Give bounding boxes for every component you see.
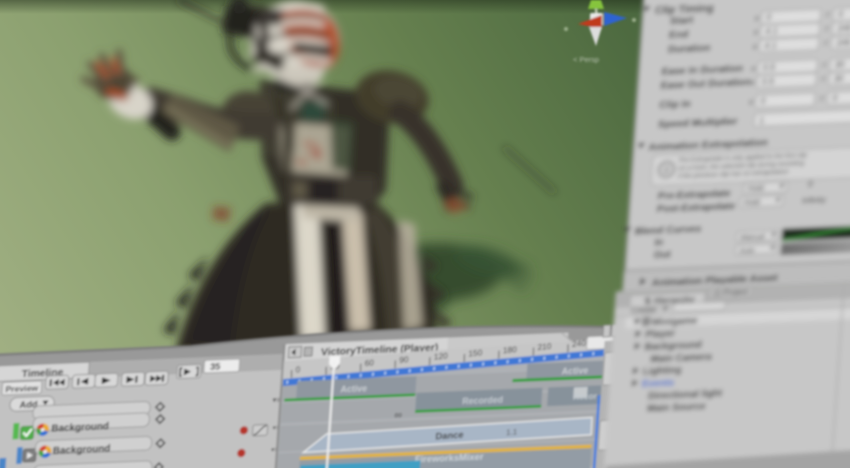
svg-text:End: End (669, 29, 689, 41)
svg-text:s: s (752, 41, 757, 51)
svg-text:Events: Events (642, 378, 676, 390)
svg-text:Clip Timing: Clip Timing (655, 2, 715, 16)
svg-text:240: 240 (572, 338, 586, 349)
svg-text:0.5: 0.5 (762, 76, 775, 86)
svg-text:Active: Active (340, 383, 367, 394)
svg-text:Create: Create (631, 304, 657, 315)
svg-text:150: 150 (468, 347, 482, 358)
svg-text:Recor: Recor (573, 391, 598, 402)
svg-text:1.1: 1.1 (506, 427, 517, 437)
svg-text:0: 0 (760, 96, 766, 106)
svg-text:90: 90 (399, 354, 409, 365)
svg-text:Preview: Preview (5, 383, 39, 394)
svg-text:Clip In: Clip In (659, 99, 691, 111)
svg-text:246: 246 (836, 37, 850, 48)
svg-text:s: s (754, 13, 759, 23)
svg-text:s: s (753, 27, 758, 37)
svg-text:0: 0 (832, 93, 838, 103)
svg-text:s: s (748, 97, 753, 107)
svg-text:210: 210 (537, 341, 551, 352)
svg-text:Manual: Manual (740, 232, 765, 242)
svg-text:0: 0 (766, 12, 772, 22)
svg-text:Player: Player (645, 329, 675, 341)
svg-text:Hold: Hold (747, 184, 764, 194)
svg-text:< Persp: < Persp (573, 55, 599, 64)
svg-text:Recorded: Recorded (462, 395, 503, 407)
svg-text:Hold: Hold (744, 197, 761, 207)
svg-text:30: 30 (834, 73, 845, 83)
svg-text:◫ Project: ◫ Project (713, 287, 749, 297)
svg-text:Auto: Auto (739, 245, 755, 255)
svg-text:Start: Start (669, 15, 694, 27)
svg-text:35: 35 (210, 362, 221, 372)
svg-text:60: 60 (365, 357, 375, 368)
svg-text:4.1: 4.1 (764, 40, 777, 50)
svg-text:180: 180 (503, 344, 517, 355)
svg-text:1: 1 (759, 115, 765, 125)
svg-text:120: 120 (434, 350, 448, 361)
svg-text:Active: Active (561, 365, 588, 376)
svg-text:0: 0 (295, 364, 300, 374)
svg-text:Duration: Duration (668, 43, 711, 56)
svg-text:s: s (750, 77, 755, 87)
svg-text:Infinity: Infinity (802, 194, 828, 205)
svg-text:0.5: 0.5 (763, 62, 776, 72)
svg-text:30: 30 (835, 59, 846, 69)
svg-text:In: In (654, 237, 664, 248)
svg-text:Minigame: Minigame (652, 315, 699, 328)
svg-text:Lighting: Lighting (642, 365, 682, 378)
svg-text:4.1: 4.1 (765, 26, 778, 36)
svg-text:246: 246 (837, 23, 850, 34)
svg-text:s: s (751, 63, 756, 73)
svg-text:∞: ∞ (394, 409, 403, 421)
svg-text:Dance: Dance (435, 430, 464, 442)
svg-text:0: 0 (838, 9, 844, 19)
svg-text:0: 0 (808, 179, 814, 189)
svg-text:Out: Out (653, 250, 671, 262)
